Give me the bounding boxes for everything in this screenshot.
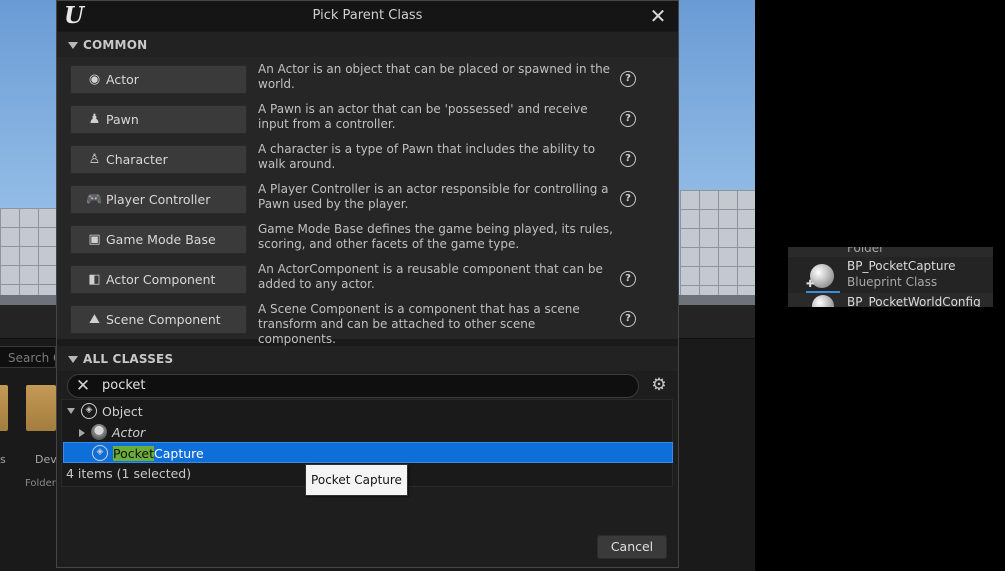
scene-component-icon: ⛰ [89,312,100,327]
search-match-highlight: Pocket [113,446,154,461]
class-button-label: Scene Component [106,312,221,327]
help-icon[interactable]: ? [620,311,636,327]
class-button-label: Character [106,152,168,167]
actor-icon: ◉ [88,72,101,87]
tree-item-actor[interactable]: Actor [63,422,673,443]
class-description: An Actor is an object that can be placed… [258,62,611,91]
help-icon[interactable]: ? [620,271,636,287]
object-icon: ◈ [92,445,108,461]
items-count-label: 4 items (1 selected) [66,466,192,481]
collapse-caret-icon [68,356,78,363]
expand-arrow-icon[interactable] [79,429,85,437]
class-button-label: Game Mode Base [106,232,216,247]
plus-icon: ✚ [806,279,815,290]
tree-item-pocketcapture[interactable]: ◈ PocketCapture [63,442,673,463]
character-icon: ♙ [88,152,101,167]
blueprint-class-underline [806,291,840,293]
scene-component-button[interactable]: ⛰ Scene Component [70,305,247,334]
tree-item-label: Object [102,404,143,419]
content-browser-search-input[interactable]: Search C [0,346,56,368]
tooltip: Pocket Capture [305,464,408,496]
class-button-label: Player Controller [106,192,211,207]
expand-arrow-icon[interactable] [67,408,75,414]
help-icon[interactable]: ? [620,71,636,87]
class-button-label: Actor [106,72,139,87]
player-controller-button[interactable]: 🎮 Player Controller [70,185,247,214]
actor-component-icon: ◧ [88,272,101,287]
close-icon: ✕ [649,4,667,28]
blueprint-sphere-icon [812,295,834,307]
folder-label: s [0,453,6,466]
class-button-label: Pawn [106,112,139,127]
pawn-icon: ♟ [88,112,101,127]
gear-icon[interactable]: ⚙ [650,376,668,394]
actor-button[interactable]: ◉ Actor [70,65,247,94]
asset-name: BP_PocketCapture [847,259,956,273]
character-button[interactable]: ♙ Character [70,145,247,174]
help-icon[interactable]: ? [620,151,636,167]
asset-type: Blueprint Class [847,275,938,289]
tree-item-object[interactable]: ◈ Object [63,401,673,422]
actor-icon [91,424,107,440]
help-icon[interactable]: ? [620,191,636,207]
class-description: A Pawn is an actor that can be 'possesse… [258,102,588,131]
pawn-button[interactable]: ♟ Pawn [70,105,247,134]
close-button[interactable]: ✕ [647,5,669,27]
common-section-header[interactable]: COMMON [57,32,678,58]
class-description: A Player Controller is an actor responsi… [258,182,609,211]
folder-type-label: Folder [25,478,56,489]
actor-component-button[interactable]: ◧ Actor Component [70,265,247,294]
common-classes-list: ◉ Actor An Actor is an object that can be … [57,57,678,346]
tree-item-label: PocketCapture [113,446,204,461]
class-row-pawn: ♟ Pawn A Pawn is an actor that can be 'pos… [57,102,678,142]
dialog-title: Pick Parent Class [312,8,423,23]
label-rest: Capture [154,446,204,461]
asset-type-fragment: Folder [847,247,885,255]
folder-label: Dev [35,453,57,466]
dialog-titlebar[interactable]: U Pick Parent Class ✕ [57,1,678,31]
pick-parent-class-dialog: U Pick Parent Class ✕ COMMON ◉ Actor An Ac… [56,0,679,568]
class-search-input[interactable]: pocket [67,374,639,398]
class-row-scene-component: ⛰ Scene Component A Scene Component is a c… [57,302,678,346]
all-classes-section-header[interactable]: ALL CLASSES [57,346,678,372]
class-button-label: Actor Component [106,272,216,287]
class-description: A character is a type of Pawn that inclu… [258,142,596,171]
class-description: Game Mode Base defines the game being pl… [258,222,613,251]
game-mode-base-button[interactable]: ▣ Game Mode Base [70,225,247,254]
viewport-wall-left [0,208,60,305]
class-description: A Scene Component is a component that ha… [258,302,580,346]
section-title: COMMON [83,38,148,52]
folder-icon[interactable] [0,385,8,431]
class-row-player-controller: 🎮 Player Controller A Player Controller is… [57,182,678,222]
folder-icon[interactable] [26,385,56,431]
object-icon: ◈ [81,403,97,419]
class-row-actor-component: ◧ Actor Component An ActorComponent is a r… [57,262,678,302]
asset-list-panel: Folder ✚ BP_PocketCapture Blueprint Clas… [788,247,993,307]
clear-search-icon[interactable]: ✕ [75,378,91,395]
cancel-button[interactable]: Cancel [597,535,667,559]
gamepad-icon: 🎮 [86,192,103,207]
class-row-character: ♙ Character A character is a type of Pawn … [57,142,678,182]
viewport-wall-right [680,190,755,305]
section-title: ALL CLASSES [83,352,174,366]
class-description: An ActorComponent is a reusable componen… [258,262,603,291]
class-row-game-mode-base: ▣ Game Mode Base Game Mode Base defines th… [57,222,678,262]
help-icon[interactable]: ? [620,111,636,127]
asset-name: BP_PocketWorldConfig [847,295,981,307]
collapse-caret-icon [68,42,78,49]
class-row-actor: ◉ Actor An Actor is an object that can be … [57,62,678,102]
game-mode-icon: ▣ [88,232,101,247]
tree-item-label: Actor [112,425,146,440]
